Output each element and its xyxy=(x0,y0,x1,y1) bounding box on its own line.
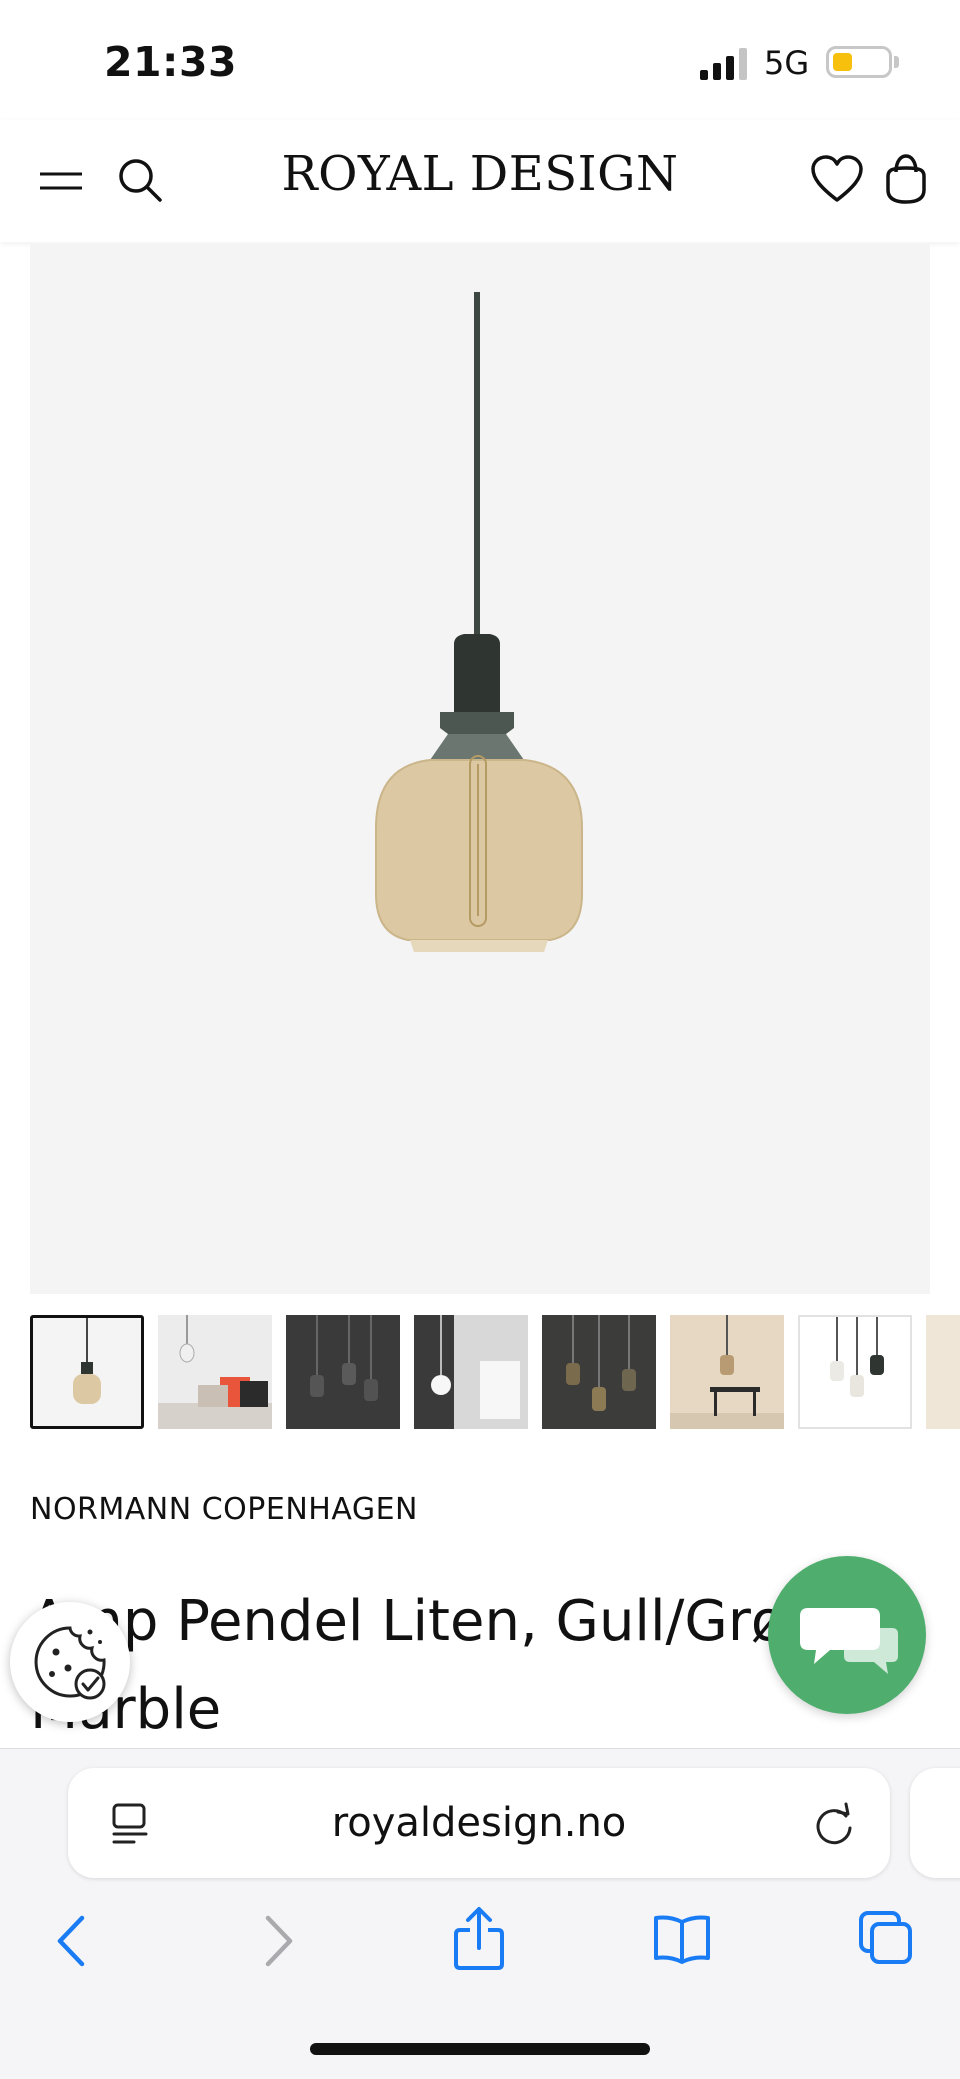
battery-tip xyxy=(894,56,899,68)
share-icon[interactable] xyxy=(452,1906,506,1974)
thumbnail-6[interactable] xyxy=(670,1315,784,1429)
search-icon[interactable] xyxy=(116,156,164,204)
battery-level xyxy=(833,53,852,71)
chat-button[interactable] xyxy=(768,1556,926,1714)
product-brand[interactable]: NORMANN COPENHAGEN xyxy=(30,1492,418,1527)
forward-icon[interactable] xyxy=(258,1914,298,1972)
cookie-consent-button[interactable] xyxy=(10,1602,130,1722)
cookie-icon xyxy=(34,1626,106,1700)
thumbnail-7[interactable] xyxy=(798,1315,912,1429)
chat-bubbles-icon xyxy=(800,1608,898,1674)
product-main-image[interactable] xyxy=(30,244,930,1294)
site-logo[interactable]: ROYAL DESIGN xyxy=(200,146,760,202)
next-tab-preview[interactable] xyxy=(910,1768,960,1878)
thumbnail-4[interactable] xyxy=(414,1315,528,1429)
back-icon[interactable] xyxy=(52,1914,92,1972)
menu-icon[interactable] xyxy=(38,160,84,200)
url-text[interactable]: royaldesign.no xyxy=(68,1768,890,1878)
thumbnail-strip xyxy=(30,1315,960,1433)
heart-icon[interactable] xyxy=(810,154,864,204)
network-type: 5G xyxy=(764,44,810,82)
thumbnail-3[interactable] xyxy=(286,1315,400,1429)
bag-icon[interactable] xyxy=(882,152,930,206)
pendant-lamp-illustration xyxy=(375,292,583,952)
bookmarks-icon[interactable] xyxy=(652,1914,712,1968)
thumbnail-8[interactable] xyxy=(926,1315,960,1429)
battery-icon xyxy=(826,46,892,78)
thumbnail-2[interactable] xyxy=(158,1315,272,1429)
cellular-signal-icon xyxy=(700,48,747,80)
home-indicator[interactable] xyxy=(310,2043,650,2055)
tabs-icon[interactable] xyxy=(858,1910,914,1970)
address-bar[interactable]: royaldesign.no xyxy=(68,1768,890,1878)
thumbnail-5[interactable] xyxy=(542,1315,656,1429)
reload-icon[interactable] xyxy=(812,1802,856,1846)
thumbnail-1[interactable] xyxy=(30,1315,144,1429)
status-time: 21:33 xyxy=(104,38,238,86)
